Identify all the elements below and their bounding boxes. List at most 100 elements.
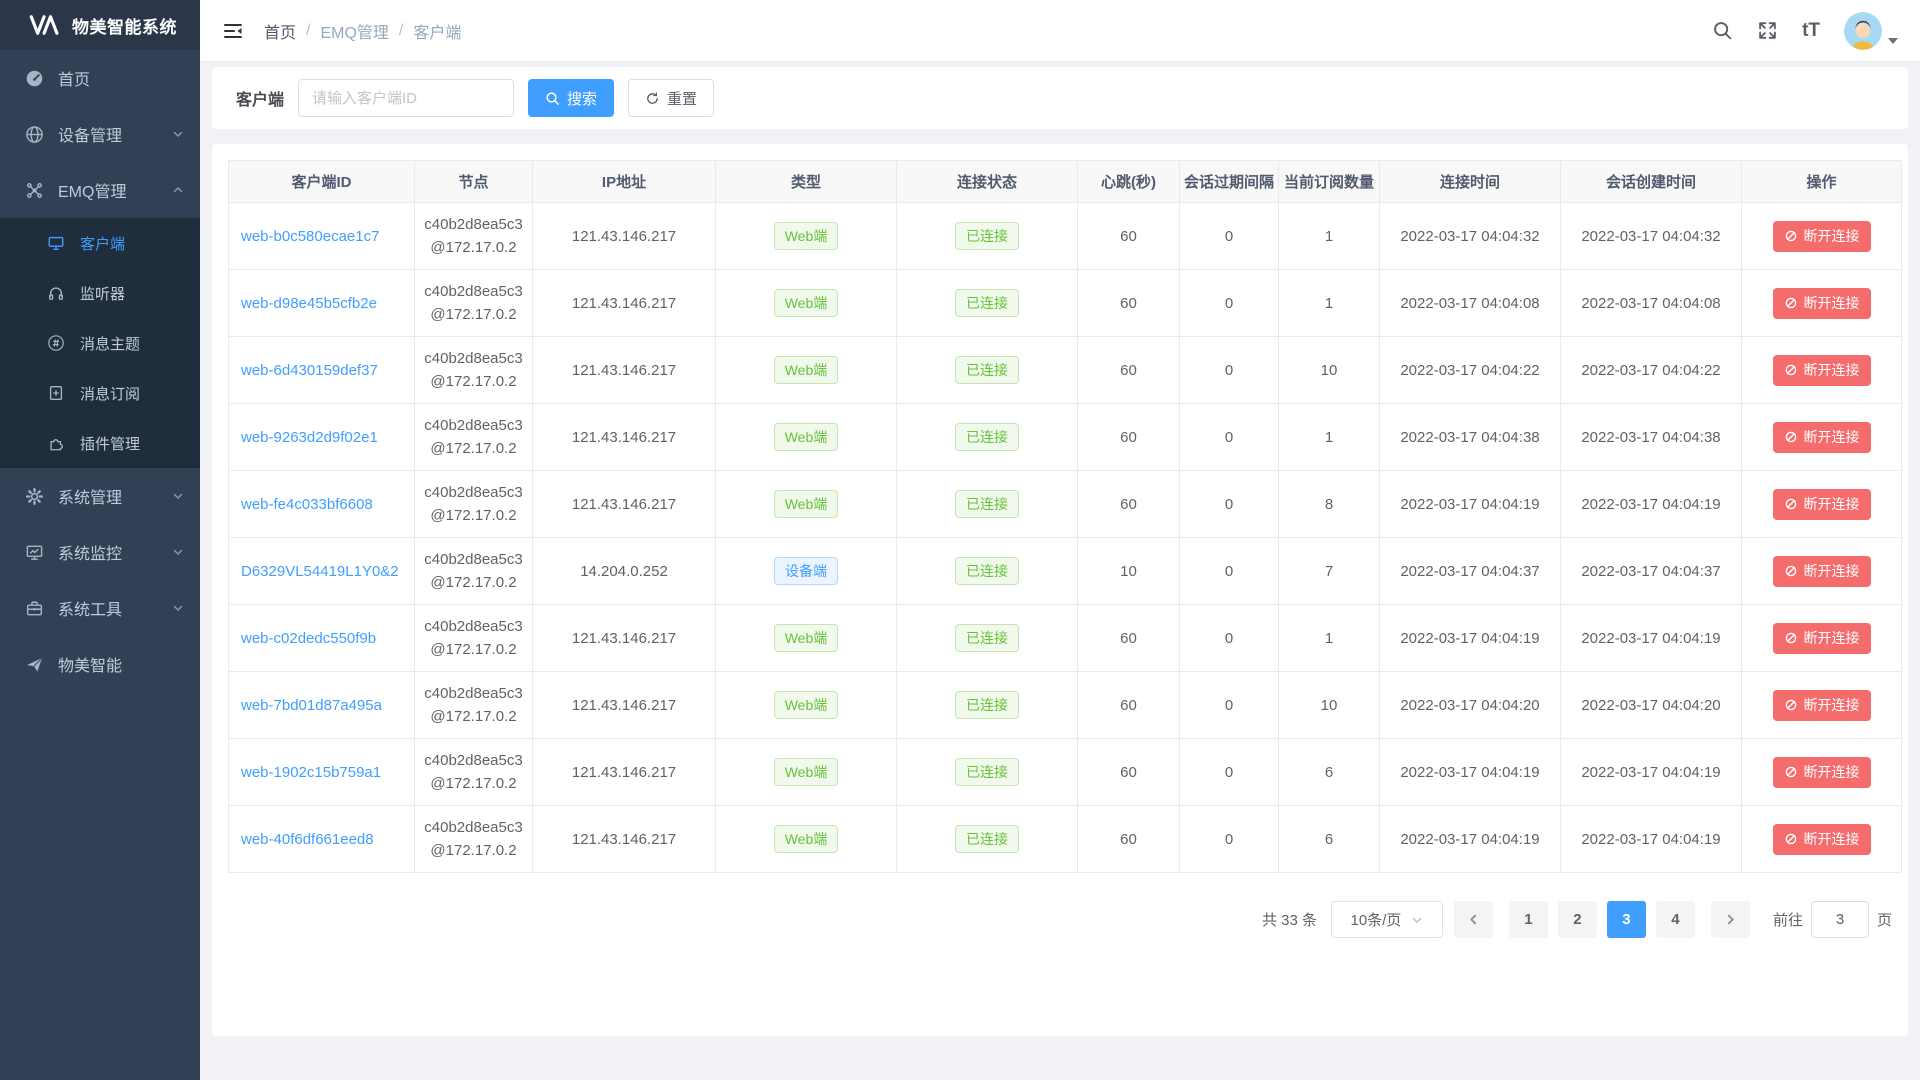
client-id-link[interactable]: D6329VL54419L1Y0&2 <box>241 563 399 580</box>
type-tag: Web端 <box>774 222 839 250</box>
session-create-time-cell: 2022-03-17 04:04:32 <box>1561 203 1742 270</box>
goto-page-input[interactable] <box>1811 901 1869 938</box>
disconnect-button[interactable]: 断开连接 <box>1773 422 1871 453</box>
breadcrumb-separator: / <box>306 22 310 40</box>
connect-time-cell: 2022-03-17 04:04:19 <box>1380 605 1561 672</box>
client-id-link[interactable]: web-c02dedc550f9b <box>241 630 376 647</box>
chevron-down-icon <box>172 128 184 140</box>
column-header: 会话过期间隔 <box>1180 161 1279 203</box>
search-button[interactable]: 搜索 <box>528 79 614 117</box>
page-size-select[interactable]: 10条/页 <box>1331 901 1443 938</box>
node-cell: c40b2d8ea5c3@172.17.0.2 <box>415 605 533 672</box>
connect-time-cell: 2022-03-17 04:04:32 <box>1380 203 1561 270</box>
page-button-4[interactable]: 4 <box>1656 901 1695 938</box>
sidebar-item-subscriptions[interactable]: 消息订阅 <box>0 368 200 418</box>
sidebar-item-system-admin[interactable]: 系统管理 <box>0 468 200 524</box>
disconnect-label: 断开连接 <box>1804 628 1860 648</box>
chevron-down-icon <box>172 602 184 614</box>
heartbeat-cell: 60 <box>1078 337 1180 404</box>
sidebar-item-topics[interactable]: 消息主题 <box>0 318 200 368</box>
sidebar-item-label: 系统管理 <box>58 484 122 508</box>
type-tag: Web端 <box>774 825 839 853</box>
prev-page-button[interactable] <box>1454 901 1493 938</box>
client-id-link[interactable]: web-fe4c033bf6608 <box>241 496 373 513</box>
disconnect-button[interactable]: 断开连接 <box>1773 221 1871 252</box>
disconnect-icon <box>1784 564 1798 578</box>
sidebar-item-system-tools[interactable]: 系统工具 <box>0 580 200 636</box>
sidebar-item-plugins[interactable]: 插件管理 <box>0 418 200 468</box>
table-row: web-40f6df661eed8 c40b2d8ea5c3@172.17.0.2… <box>229 806 1902 873</box>
sidebar-item-clients[interactable]: 客户端 <box>0 218 200 268</box>
client-id-link[interactable]: web-9263d2d9f02e1 <box>241 429 378 446</box>
disconnect-label: 断开连接 <box>1804 762 1860 782</box>
sidebar-item-listeners[interactable]: 监听器 <box>0 268 200 318</box>
table-row: web-b0c580ecae1c7 c40b2d8ea5c3@172.17.0.2… <box>229 203 1902 270</box>
expiry-cell: 0 <box>1180 672 1279 739</box>
breadcrumb-home[interactable]: 首页 <box>264 19 296 43</box>
type-cell: Web端 <box>716 605 897 672</box>
node-cell: c40b2d8ea5c3@172.17.0.2 <box>415 739 533 806</box>
disconnect-button[interactable]: 断开连接 <box>1773 288 1871 319</box>
disconnect-button[interactable]: 断开连接 <box>1773 489 1871 520</box>
disconnect-button[interactable]: 断开连接 <box>1773 690 1871 721</box>
type-tag: Web端 <box>774 423 839 451</box>
table-row: web-9263d2d9f02e1c40b2d8ea5c3@172.17.0.2… <box>229 404 1902 471</box>
page-button-1[interactable]: 1 <box>1509 901 1548 938</box>
status-tag: 已连接 <box>955 624 1019 652</box>
next-page-button[interactable] <box>1711 901 1750 938</box>
user-menu[interactable] <box>1844 12 1898 50</box>
pagination-total: 共 33 条 <box>1262 909 1317 930</box>
type-cell: Web端 <box>716 270 897 337</box>
collapse-menu-icon[interactable] <box>216 17 250 45</box>
fullscreen-icon[interactable] <box>1757 20 1778 41</box>
client-id-link[interactable]: web-d98e45b5cfb2e <box>241 295 377 312</box>
disconnect-label: 断开连接 <box>1804 494 1860 514</box>
action-cell: 断开连接 <box>1742 605 1902 672</box>
app-logo[interactable]: 物美智能系统 <box>0 0 200 50</box>
sidebar-item-devices[interactable]: 设备管理 <box>0 106 200 162</box>
node-cell: c40b2d8ea5c3@172.17.0.2 <box>415 806 533 873</box>
chevron-down-icon <box>172 490 184 502</box>
page-button-3[interactable]: 3 <box>1607 901 1646 938</box>
page-button-2[interactable]: 2 <box>1558 901 1597 938</box>
status-cell: 已连接 <box>897 672 1078 739</box>
reset-button[interactable]: 重置 <box>628 79 714 117</box>
disconnect-button[interactable]: 断开连接 <box>1773 757 1871 788</box>
client-id-input[interactable] <box>298 79 514 117</box>
avatar[interactable] <box>1844 12 1882 50</box>
breadcrumb-emq[interactable]: EMQ管理 <box>320 19 388 43</box>
type-tag: Web端 <box>774 289 839 317</box>
client-id-link[interactable]: web-6d430159def37 <box>241 362 378 379</box>
font-size-icon[interactable]: tT <box>1802 21 1820 40</box>
expiry-cell: 0 <box>1180 605 1279 672</box>
paper-plane-icon <box>24 654 44 674</box>
disconnect-button[interactable]: 断开连接 <box>1773 556 1871 587</box>
sidebar-item-emq[interactable]: EMQ管理 <box>0 162 200 218</box>
disconnect-label: 断开连接 <box>1804 293 1860 313</box>
type-tag: Web端 <box>774 758 839 786</box>
node-cell: c40b2d8ea5c3@172.17.0.2 <box>415 471 533 538</box>
session-create-time-cell: 2022-03-17 04:04:37 <box>1561 538 1742 605</box>
disconnect-icon <box>1784 430 1798 444</box>
sidebar-item-system-monitor[interactable]: 系统监控 <box>0 524 200 580</box>
search-form: 客户端 搜索 重置 <box>212 67 1908 129</box>
client-id-link[interactable]: web-b0c580ecae1c7 <box>241 228 379 245</box>
node-cell: c40b2d8ea5c3@172.17.0.2 <box>415 672 533 739</box>
subscriptions-cell: 6 <box>1279 739 1380 806</box>
disconnect-button[interactable]: 断开连接 <box>1773 355 1871 386</box>
search-icon[interactable] <box>1712 20 1733 41</box>
table-row: web-d98e45b5cfb2ec40b2d8ea5c3@172.17.0.2… <box>229 270 1902 337</box>
client-id-link[interactable]: web-7bd01d87a495a <box>241 697 382 714</box>
sidebar-item-home[interactable]: 首页 <box>0 50 200 106</box>
client-id-link[interactable]: web-40f6df661eed8 <box>241 831 374 848</box>
sidebar-item-wumei-smart[interactable]: 物美智能 <box>0 636 200 692</box>
disconnect-button[interactable]: 断开连接 <box>1773 824 1871 855</box>
node-cell: c40b2d8ea5c3@172.17.0.2 <box>415 203 533 270</box>
chevron-right-icon <box>1724 913 1737 926</box>
subscriptions-cell: 1 <box>1279 605 1380 672</box>
disconnect-button[interactable]: 断开连接 <box>1773 623 1871 654</box>
status-tag: 已连接 <box>955 758 1019 786</box>
client-id-link[interactable]: web-1902c15b759a1 <box>241 764 381 781</box>
client-id-cell: web-9263d2d9f02e1 <box>229 404 415 471</box>
client-id-cell: web-d98e45b5cfb2e <box>229 270 415 337</box>
